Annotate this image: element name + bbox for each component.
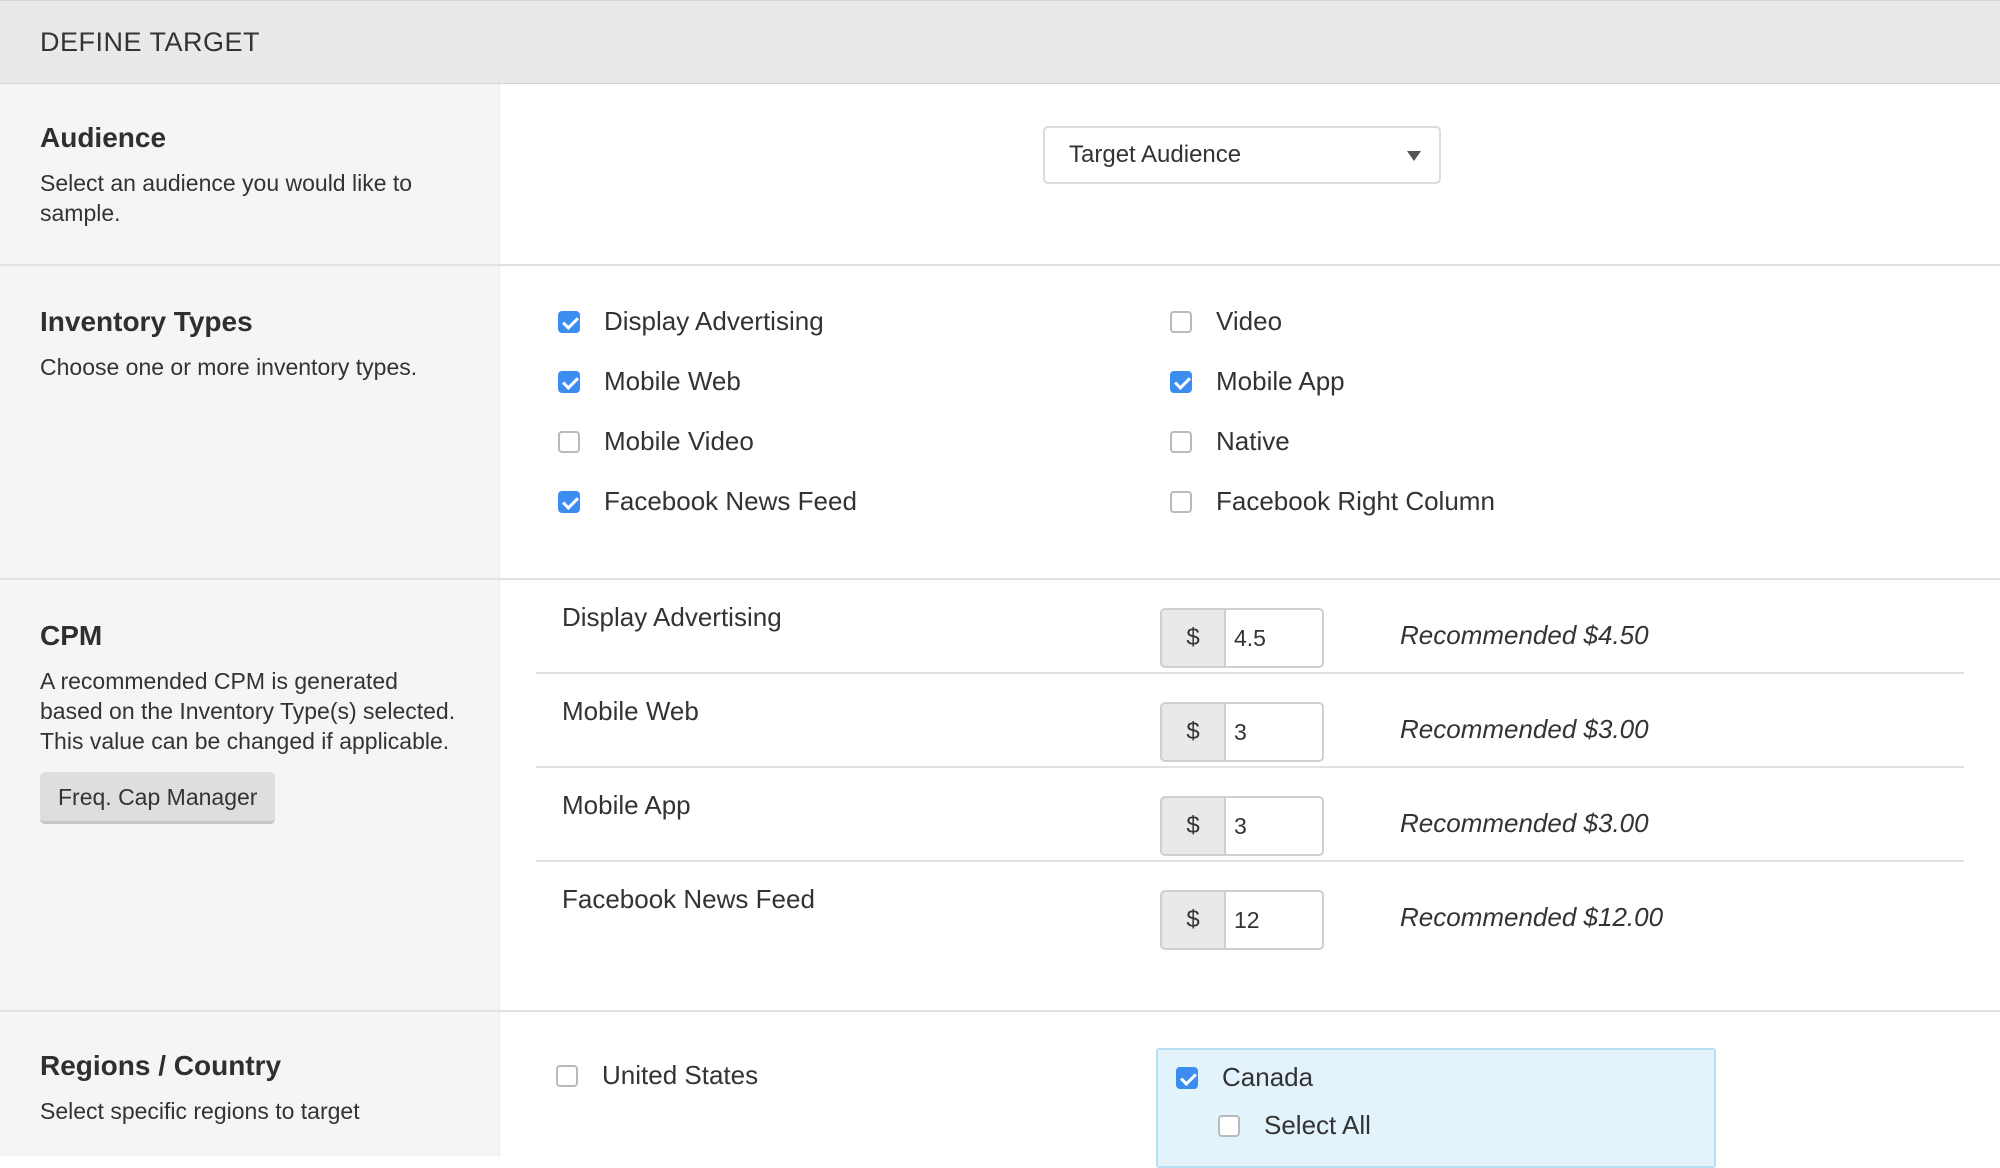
checkbox-united-states[interactable]	[556, 1064, 578, 1087]
audience-title: Audience	[40, 122, 167, 153]
checkbox-facebook-right-column[interactable]	[1170, 490, 1192, 513]
inventory-option-label: Mobile Video	[604, 426, 754, 456]
checkbox-canada[interactable]	[1176, 1066, 1198, 1089]
inventory-option-mobile-app[interactable]: Mobile App	[1170, 366, 1345, 397]
checkbox-mobile-web[interactable]	[558, 370, 580, 393]
cpm-row-label: Facebook News Feed	[562, 884, 815, 914]
inventory-title: Inventory Types	[40, 306, 253, 337]
audience-section: Audience Select an audience you would li…	[0, 84, 2000, 266]
region-option-select-all[interactable]: Select All	[1218, 1110, 1371, 1141]
inventory-option-video[interactable]: Video	[1170, 306, 1282, 337]
cpm-value-input[interactable]	[1224, 608, 1324, 668]
dollar-sign-addon: $	[1160, 608, 1224, 668]
cpm-row-label: Mobile Web	[562, 696, 699, 726]
region-option-united-states[interactable]: United States	[556, 1060, 758, 1091]
audience-info: Audience Select an audience you would li…	[0, 84, 500, 264]
dollar-sign-addon: $	[1160, 890, 1224, 950]
inventory-options: Display Advertising Video Mobile Web Mob…	[500, 266, 2000, 578]
cpm-input-group: $	[1160, 890, 1324, 950]
checkbox-facebook-news-feed[interactable]	[558, 490, 580, 513]
checkbox-display-advertising[interactable]	[558, 310, 580, 333]
cpm-row-display-advertising: Display Advertising $ Recommended $4.50	[536, 580, 1964, 674]
audience-controls: Target Audience	[500, 84, 2000, 264]
inventory-option-native[interactable]: Native	[1170, 426, 1290, 457]
inventory-option-mobile-web[interactable]: Mobile Web	[558, 366, 741, 397]
region-option-label: Canada	[1222, 1062, 1314, 1092]
cpm-input-group: $	[1160, 702, 1324, 762]
cpm-input-group: $	[1160, 796, 1324, 856]
checkbox-video[interactable]	[1170, 310, 1192, 333]
cpm-row-mobile-web: Mobile Web $ Recommended $3.00	[536, 674, 1964, 768]
cpm-recommended-text: Recommended $4.50	[1400, 620, 1649, 650]
inventory-option-facebook-right-column[interactable]: Facebook Right Column	[1170, 486, 1495, 517]
cpm-row-label: Mobile App	[562, 790, 691, 820]
inventory-types-section: Inventory Types Choose one or more inven…	[0, 266, 2000, 580]
target-audience-select-value: Target Audience	[1069, 141, 1242, 168]
regions-section: Regions / Country Select specific region…	[0, 1012, 2000, 1168]
inventory-option-label: Display Advertising	[604, 306, 824, 336]
inventory-option-label: Mobile App	[1216, 366, 1345, 396]
cpm-recommended-text: Recommended $12.00	[1400, 902, 1664, 932]
cpm-row-label: Display Advertising	[562, 602, 782, 632]
cpm-recommended-text: Recommended $3.00	[1400, 808, 1649, 838]
target-audience-select[interactable]: Target Audience	[1043, 126, 1441, 184]
header-title: DEFINE TARGET	[40, 26, 261, 57]
chevron-down-icon	[1407, 151, 1421, 161]
dollar-sign-addon: $	[1160, 702, 1224, 762]
dollar-sign-addon: $	[1160, 796, 1224, 856]
inventory-option-label: Video	[1216, 306, 1283, 336]
inventory-option-label: Facebook Right Column	[1216, 486, 1495, 516]
cpm-input-group: $	[1160, 608, 1324, 668]
cpm-value-input[interactable]	[1224, 796, 1324, 856]
inventory-option-label: Mobile Web	[604, 366, 741, 396]
checkbox-mobile-app[interactable]	[1170, 370, 1192, 393]
inventory-info: Inventory Types Choose one or more inven…	[0, 266, 500, 578]
cpm-value-input[interactable]	[1224, 702, 1324, 762]
inventory-option-mobile-video[interactable]: Mobile Video	[558, 426, 754, 457]
inventory-option-label: Facebook News Feed	[604, 486, 857, 516]
cpm-section: CPM A recommended CPM is generated based…	[0, 580, 2000, 1012]
inventory-option-facebook-news-feed[interactable]: Facebook News Feed	[558, 486, 857, 517]
cpm-rows: Display Advertising $ Recommended $4.50 …	[0, 580, 2000, 1010]
region-option-canada[interactable]: Canada	[1176, 1062, 1313, 1093]
checkbox-native[interactable]	[1170, 430, 1192, 453]
cpm-row-mobile-app: Mobile App $ Recommended $3.00	[536, 768, 1964, 862]
checkbox-mobile-video[interactable]	[558, 430, 580, 453]
region-option-label: Select All	[1264, 1110, 1371, 1140]
checkbox-select-all[interactable]	[1218, 1114, 1240, 1137]
canada-region-panel: Canada Select All	[1156, 1048, 1716, 1168]
inventory-description: Choose one or more inventory types.	[40, 354, 418, 380]
cpm-row-facebook-news-feed: Facebook News Feed $ Recommended $12.00	[536, 862, 1964, 956]
audience-description: Select an audience you would like to sam…	[40, 170, 413, 226]
cpm-recommended-text: Recommended $3.00	[1400, 714, 1649, 744]
region-option-label: United States	[602, 1060, 759, 1090]
inventory-option-label: Native	[1216, 426, 1290, 456]
regions-options: United States Canada Select All	[0, 1012, 2000, 1168]
inventory-option-display-advertising[interactable]: Display Advertising	[558, 306, 824, 337]
define-target-header: DEFINE TARGET	[0, 0, 2000, 84]
cpm-value-input[interactable]	[1224, 890, 1324, 950]
